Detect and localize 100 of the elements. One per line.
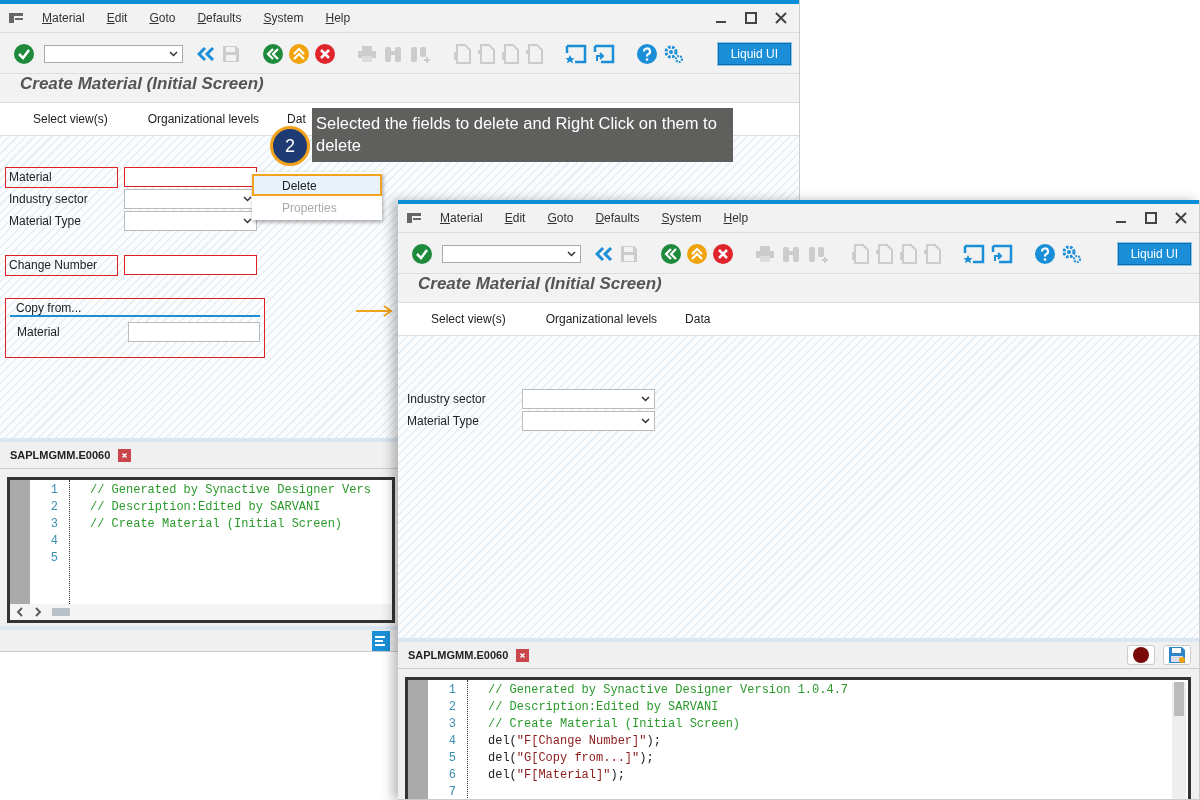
field-label: Material Type <box>406 412 480 430</box>
editor-tab[interactable]: SAPLMGMM.E0060 <box>408 649 509 661</box>
maximize-icon[interactable] <box>745 12 757 24</box>
view-button[interactable]: Data <box>685 312 711 326</box>
page-icon <box>477 44 495 64</box>
menu-item[interactable]: Goto <box>547 211 574 225</box>
code-comment: // Create Material (Initial Screen) <box>488 716 742 733</box>
menu-item[interactable]: Edit <box>504 211 526 225</box>
page-icon <box>453 44 471 64</box>
scrollbar-thumb[interactable] <box>52 608 70 616</box>
command-field[interactable] <box>442 245 581 263</box>
command-field[interactable] <box>44 45 183 63</box>
input-field[interactable] <box>124 255 257 275</box>
menu-icon[interactable] <box>406 212 422 224</box>
view-button[interactable]: Organizational levels <box>147 112 260 126</box>
check-icon[interactable] <box>14 44 34 64</box>
code-line: del("F[Material]"); <box>488 767 626 784</box>
menu-item[interactable]: Edit <box>106 11 128 25</box>
dropdown-field[interactable] <box>522 411 655 431</box>
view-button[interactable]: Organizational levels <box>545 312 658 326</box>
save-button[interactable] <box>1163 645 1191 665</box>
page-icon <box>525 44 543 64</box>
menu-item[interactable]: Goto <box>149 11 176 25</box>
record-button[interactable] <box>1127 645 1155 665</box>
chevron-left-icon[interactable] <box>16 607 24 617</box>
line-number: 2 <box>448 699 456 716</box>
close-icon[interactable] <box>118 448 132 462</box>
screen-title: Create Material (Initial Screen) <box>417 274 663 295</box>
menu-item[interactable]: Help <box>325 11 351 25</box>
menu-item[interactable]: Defaults <box>197 11 242 25</box>
back-icon[interactable] <box>263 44 283 64</box>
menu-item[interactable]: Help <box>723 211 749 225</box>
binoculars-plus-icon <box>409 45 431 63</box>
view-button[interactable]: Select view(s) <box>431 312 506 326</box>
sap-logo-icon <box>372 630 390 651</box>
cancel-icon[interactable] <box>315 44 335 64</box>
dropdown-field[interactable] <box>522 389 655 409</box>
close-icon[interactable] <box>516 648 530 662</box>
code-line: del("F[Change Number]"); <box>488 733 662 750</box>
double-chevron-left-icon[interactable] <box>197 46 215 62</box>
code-editor[interactable] <box>405 677 1191 799</box>
input-field[interactable] <box>128 322 260 342</box>
line-number: 3 <box>448 716 456 733</box>
chevron-down-icon <box>567 251 576 257</box>
double-chevron-left-icon[interactable] <box>595 246 613 262</box>
code-comment: // Create Material (Initial Screen) <box>90 516 344 533</box>
menu-item[interactable]: System <box>263 11 304 25</box>
line-number: 5 <box>448 750 456 767</box>
chevron-down-icon <box>169 51 178 57</box>
field-label: Material <box>16 323 61 341</box>
liquid-ui-button[interactable]: Liquid UI <box>1117 243 1191 265</box>
line-number: 6 <box>448 767 456 784</box>
chevron-down-icon <box>641 418 650 424</box>
view-button[interactable]: Select view(s) <box>33 112 108 126</box>
menu-item[interactable]: System <box>661 211 702 225</box>
check-icon[interactable] <box>412 244 432 264</box>
page-icon <box>501 44 519 64</box>
window-star-icon[interactable] <box>963 244 985 264</box>
maximize-icon[interactable] <box>1145 212 1157 224</box>
menu-item[interactable]: Delete <box>252 174 382 196</box>
record-icon <box>1133 647 1149 663</box>
print-icon <box>755 245 775 263</box>
menu-item[interactable]: Defaults <box>595 211 640 225</box>
line-number: 3 <box>50 516 58 533</box>
editor-tab[interactable]: SAPLMGMM.E0060 <box>10 449 111 461</box>
window-star-icon[interactable] <box>565 44 587 64</box>
menu-item[interactable]: Material <box>440 211 483 225</box>
close-icon[interactable] <box>775 12 787 24</box>
screen-title: Create Material (Initial Screen) <box>19 74 265 95</box>
line-number: 7 <box>448 784 456 799</box>
input-field[interactable] <box>124 167 257 187</box>
code-line: del("G[Copy from...]"); <box>488 750 655 767</box>
window-arrow-icon[interactable] <box>991 244 1013 264</box>
menu-icon[interactable] <box>8 12 24 24</box>
chevron-down-icon <box>243 218 252 224</box>
group-title: Copy from... <box>10 301 260 317</box>
settings-icon[interactable] <box>1061 244 1083 264</box>
liquid-ui-button[interactable]: Liquid UI <box>717 43 791 65</box>
menu-item[interactable]: Material <box>42 11 85 25</box>
field-label: Change Number <box>5 254 118 276</box>
scrollbar[interactable] <box>1172 682 1186 799</box>
dropdown-field[interactable] <box>124 211 257 231</box>
code-comment: // Description:Edited by SARVANI <box>90 499 322 516</box>
code-comment: // Generated by Synactive Designer Version 1.0.4.7 <box>488 682 850 699</box>
help-icon[interactable] <box>637 44 657 64</box>
chevron-down-icon <box>243 196 252 202</box>
chevron-right-icon[interactable] <box>34 607 42 617</box>
save-icon <box>221 44 241 64</box>
cancel-icon[interactable] <box>713 244 733 264</box>
print-icon <box>357 45 377 63</box>
view-button[interactable]: Dat <box>287 112 306 126</box>
line-number: 4 <box>50 533 58 550</box>
code-editor[interactable]: 1 2 3 4 5 // Generated by Synactive Designer Vers // Description:Edited by SARVANI // Create Material (Initial Screen) <box>7 477 395 623</box>
window-arrow-icon[interactable] <box>593 44 615 64</box>
callout-text: Selected the fields to delete and Right Click on them to delete <box>312 108 733 162</box>
settings-icon[interactable] <box>663 44 685 64</box>
close-icon[interactable] <box>1175 212 1187 224</box>
back-icon[interactable] <box>661 244 681 264</box>
binoculars-icon <box>781 245 801 263</box>
help-icon[interactable] <box>1035 244 1055 264</box>
